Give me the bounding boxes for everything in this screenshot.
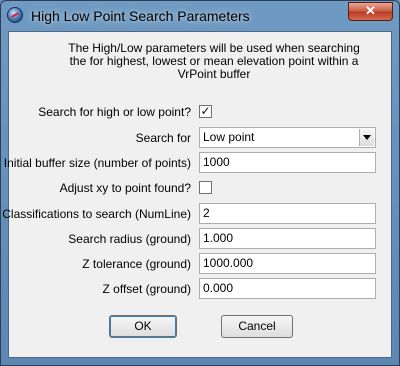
search-radius-input[interactable]: 1.000 bbox=[199, 228, 376, 249]
chevron-down-icon[interactable] bbox=[359, 129, 374, 146]
title-bar[interactable]: High Low Point Search Parameters ✕ bbox=[1, 1, 399, 31]
window-title: High Low Point Search Parameters bbox=[31, 8, 250, 24]
search-for-value: Low point bbox=[203, 130, 255, 144]
dialog-body: The High/Low parameters will be used whe… bbox=[2, 31, 392, 358]
close-button[interactable]: ✕ bbox=[348, 2, 393, 21]
initial-buffer-input[interactable]: 1000 bbox=[199, 152, 376, 173]
z-offset-label: Z offset (ground) bbox=[102, 282, 192, 296]
classifications-input[interactable]: 2 bbox=[199, 203, 376, 224]
ok-button[interactable]: OK bbox=[109, 315, 177, 338]
classifications-label: Classifications to search (NumLine) bbox=[2, 207, 191, 221]
search-radius-label: Search radius (ground) bbox=[68, 232, 191, 246]
search-for-select[interactable]: Low point bbox=[199, 127, 376, 148]
z-offset-input[interactable]: 0.000 bbox=[199, 278, 376, 299]
search-high-low-label: Search for high or low point? bbox=[38, 105, 191, 119]
cancel-button[interactable]: Cancel bbox=[221, 315, 293, 338]
search-for-label: Search for bbox=[135, 131, 191, 145]
description-text: The High/Low parameters will be used whe… bbox=[68, 41, 360, 81]
z-tolerance-label: Z tolerance (ground) bbox=[82, 257, 191, 271]
app-globe-icon bbox=[7, 7, 23, 23]
dialog-window: High Low Point Search Parameters ✕ The H… bbox=[0, 0, 400, 366]
z-tolerance-input[interactable]: 1000.000 bbox=[199, 253, 376, 274]
adjust-xy-checkbox[interactable] bbox=[199, 181, 212, 194]
search-high-low-checkbox[interactable]: ✓ bbox=[199, 105, 212, 118]
adjust-xy-label: Adjust xy to point found? bbox=[59, 181, 191, 195]
initial-buffer-label: Initial buffer size (number of points) bbox=[3, 156, 191, 170]
